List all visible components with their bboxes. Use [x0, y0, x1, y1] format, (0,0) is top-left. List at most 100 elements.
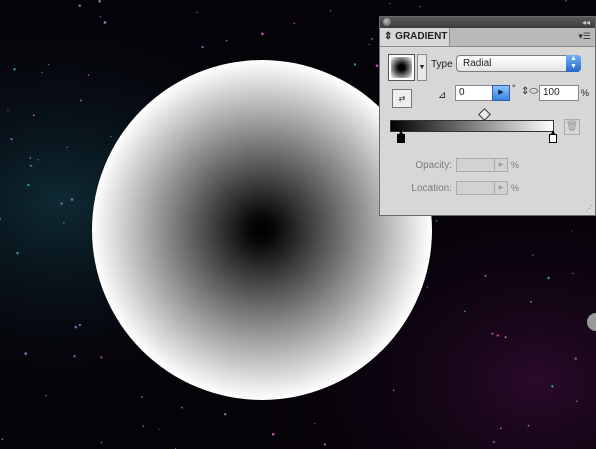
location-unit: % [511, 183, 520, 193]
star [419, 5, 421, 8]
star [103, 21, 107, 24]
angle-dropdown-button[interactable]: ▶ [492, 85, 510, 101]
gradient-ramp[interactable] [390, 120, 554, 132]
star [224, 413, 227, 416]
star [532, 254, 534, 256]
star [201, 45, 204, 49]
star [293, 22, 296, 25]
location-dropdown-icon: ▶ [494, 182, 507, 194]
star [37, 158, 39, 161]
star [78, 323, 81, 327]
star [392, 389, 395, 392]
star [27, 183, 30, 187]
star [499, 427, 502, 430]
star [80, 99, 83, 102]
gradient-panel: ◂◂ ⇕ GRADIENT ▾☰ ▼ Type Radial ▲ ▼ ⇄ ⊿ 0 … [379, 16, 596, 216]
star [24, 352, 28, 355]
panel-title-bar[interactable]: ◂◂ [380, 17, 595, 28]
location-input[interactable]: ▶ [456, 181, 508, 195]
opacity-unit: % [511, 160, 520, 170]
reverse-gradient-button[interactable]: ⇄ [392, 89, 412, 108]
opacity-dropdown-icon: ▶ [494, 159, 507, 171]
star [323, 443, 327, 446]
panel-menu-icon[interactable]: ▾☰ [578, 31, 591, 42]
collapse-arrows-icon: ⇕ [384, 31, 393, 42]
star [32, 114, 35, 117]
tab-gradient-label: GRADIENT [395, 31, 448, 42]
resize-grip-icon[interactable]: ⋰ [585, 204, 593, 213]
gradient-stop-black[interactable] [397, 130, 405, 143]
star [484, 274, 487, 277]
opacity-input[interactable]: ▶ [456, 158, 508, 172]
star [142, 425, 145, 427]
star [73, 354, 76, 358]
star [329, 9, 332, 12]
aspect-ratio-icon: ⇕⬭ [521, 86, 538, 97]
collapse-panel-icon[interactable]: ◂◂ [582, 17, 590, 28]
star [74, 325, 78, 329]
star [496, 334, 499, 337]
star [70, 198, 74, 201]
angle-icon: ⊿ [438, 90, 447, 101]
gradient-swatch[interactable] [388, 54, 415, 81]
star [389, 2, 391, 5]
star [527, 424, 530, 427]
gradient-swatch-preview [391, 57, 412, 78]
star [504, 336, 507, 339]
star [98, 0, 101, 3]
star [271, 432, 275, 436]
star [547, 276, 550, 280]
star [47, 63, 50, 66]
star [196, 11, 198, 14]
star [464, 310, 466, 312]
star [368, 43, 370, 46]
star [180, 406, 184, 409]
star [10, 138, 13, 141]
star [261, 32, 264, 36]
star [141, 396, 144, 398]
angle-unit: ° [512, 83, 516, 93]
star [99, 16, 102, 18]
location-label: Location: [411, 183, 452, 194]
panel-tab-row: ⇕ GRADIENT ▾☰ [380, 28, 595, 47]
star [62, 221, 65, 224]
star [530, 300, 532, 303]
type-label: Type [431, 59, 453, 70]
swatch-dropdown-icon[interactable]: ▼ [417, 54, 427, 81]
star [87, 74, 90, 77]
star [13, 68, 16, 71]
select-arrows-icon: ▲ ▼ [566, 55, 581, 72]
star [78, 4, 81, 7]
star [45, 394, 47, 397]
type-select[interactable]: Radial ▲ ▼ [456, 55, 581, 72]
star [375, 64, 379, 68]
star [370, 37, 373, 40]
star [29, 164, 32, 167]
aspect-ratio-input[interactable]: 100 [539, 85, 579, 101]
type-select-value: Radial [463, 58, 492, 69]
aspect-ratio-unit: % [581, 88, 590, 98]
star [426, 286, 429, 288]
star [16, 251, 19, 255]
gradient-stop-white[interactable] [549, 130, 557, 143]
star [571, 230, 573, 232]
gradient-midpoint-handle[interactable] [478, 108, 491, 121]
star [225, 39, 228, 42]
star [491, 332, 494, 335]
close-icon[interactable] [383, 18, 391, 26]
delete-stop-icon[interactable]: 🗑 [564, 119, 580, 135]
aspect-ratio-value: 100 [543, 87, 560, 98]
star [353, 63, 357, 66]
star [41, 71, 43, 74]
tab-gradient[interactable]: ⇕ GRADIENT [380, 28, 450, 46]
star [492, 440, 496, 444]
star [551, 385, 554, 388]
star [100, 356, 103, 359]
star [314, 422, 316, 425]
star [66, 146, 68, 148]
angle-value: 0 [459, 87, 465, 98]
star [60, 202, 63, 205]
star [435, 220, 438, 222]
star [576, 400, 578, 402]
star [100, 441, 103, 444]
